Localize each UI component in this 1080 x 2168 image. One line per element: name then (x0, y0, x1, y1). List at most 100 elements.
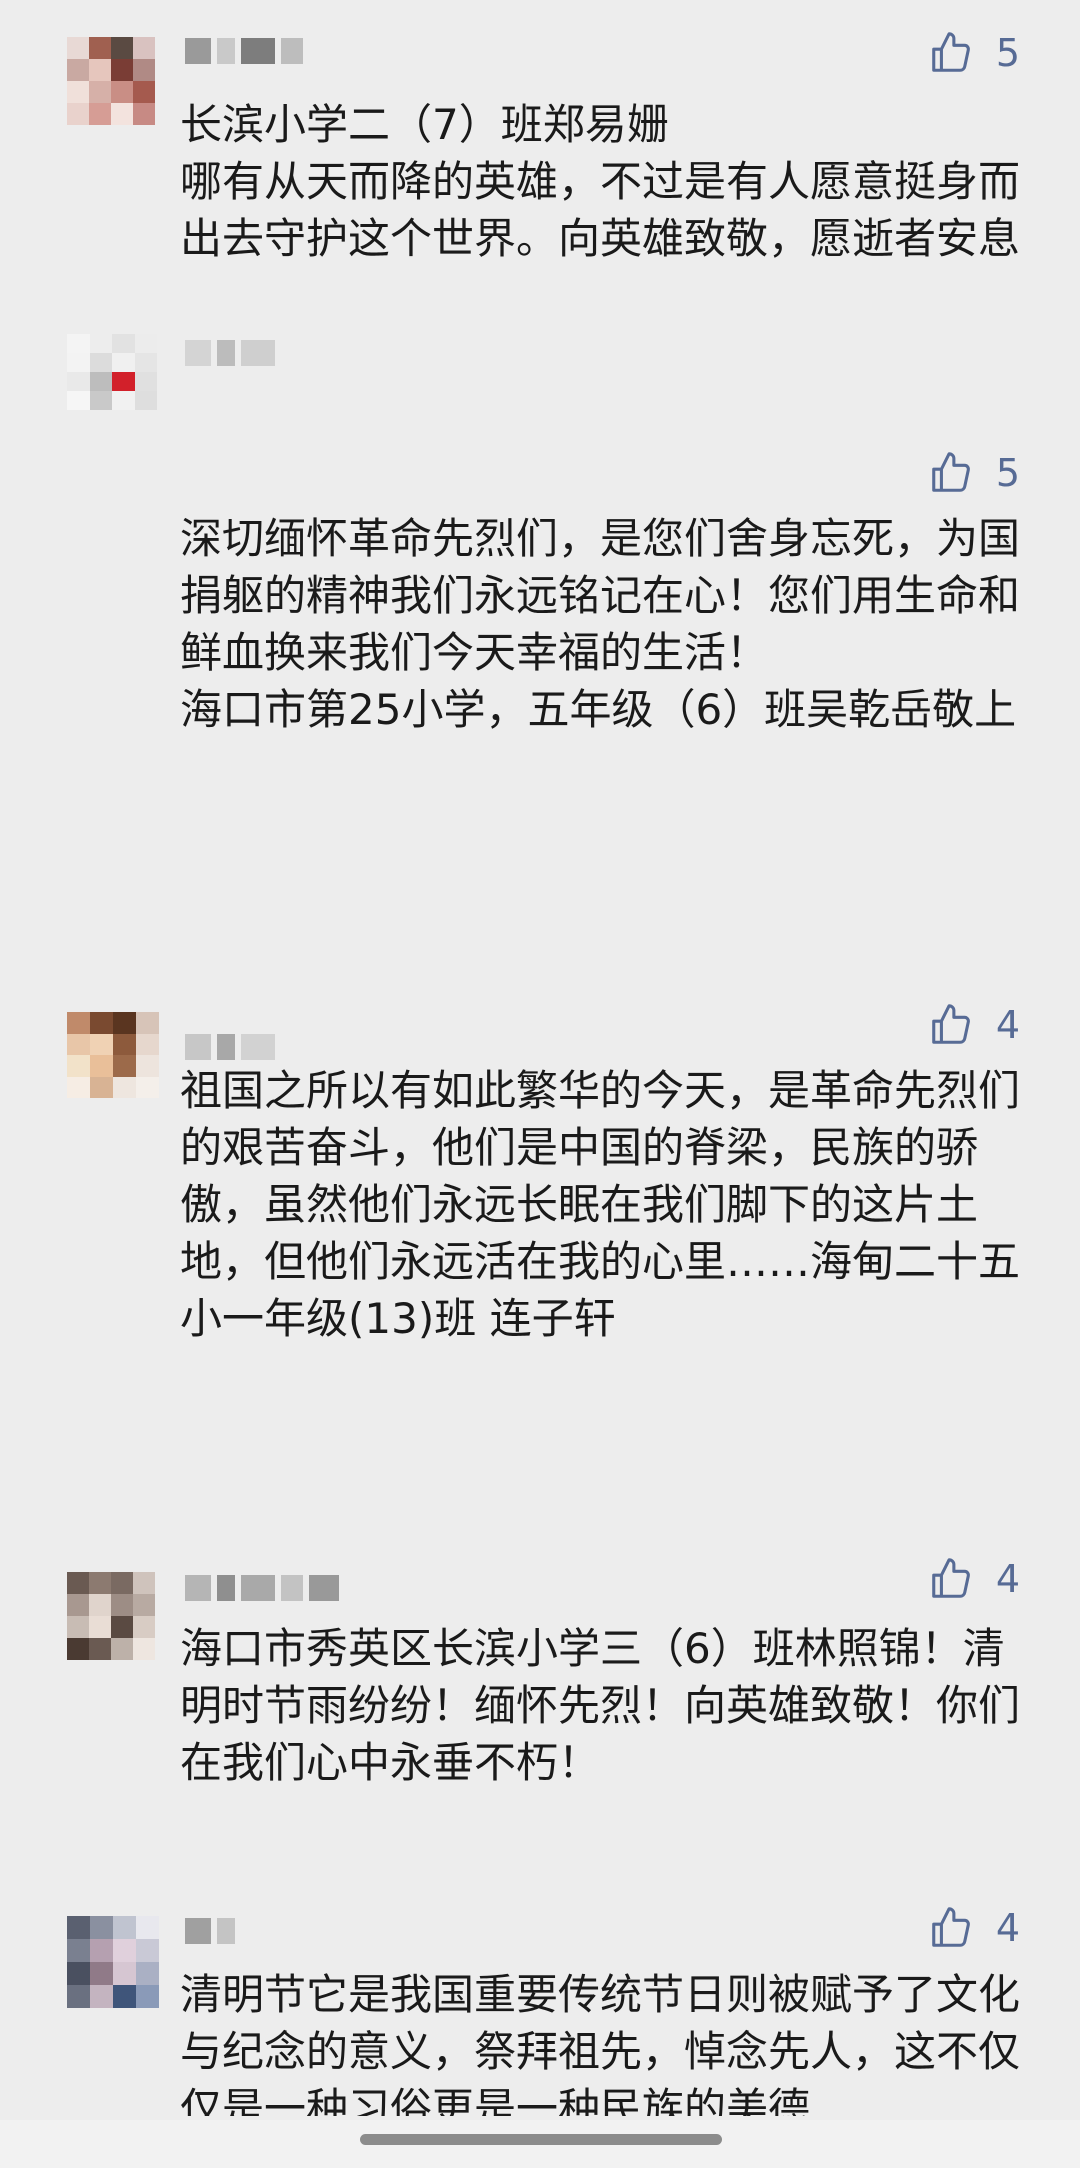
avatar-pixel (67, 353, 90, 372)
avatar-pixel (113, 1939, 136, 1962)
like-count: 4 (995, 1557, 1020, 1601)
avatar-pixel (90, 1985, 113, 2008)
avatar-pixel (67, 59, 89, 81)
avatar[interactable] (67, 1572, 155, 1660)
avatar[interactable] (67, 334, 157, 410)
avatar-pixel (136, 1985, 159, 2008)
avatar-pixel (112, 353, 135, 372)
avatar-pixel (89, 391, 112, 410)
avatar-pixel (89, 1572, 111, 1594)
avatar-pixel (133, 37, 155, 59)
avatar-pixel (67, 81, 89, 103)
thumbs-up-icon (932, 1907, 970, 1947)
avatar[interactable] (67, 1916, 159, 2008)
commenter-name-redacted[interactable] (185, 336, 275, 370)
avatar-pixel (90, 1012, 113, 1034)
name-redaction-block (185, 1034, 211, 1060)
avatar-pixel (134, 353, 157, 372)
avatar-pixel (67, 1985, 90, 2008)
avatar-pixel (90, 1055, 113, 1077)
name-redaction-block (281, 38, 303, 64)
avatar-pixel (67, 103, 89, 125)
name-redaction-block (217, 340, 235, 366)
avatar-pixel (90, 1076, 113, 1098)
thumbs-up-icon (932, 32, 970, 72)
avatar-pixel (136, 1916, 159, 1939)
avatar-pixel (67, 1939, 90, 1962)
like-count: 5 (995, 451, 1020, 495)
avatar-pixel (136, 1033, 159, 1055)
avatar-pixel (67, 1055, 90, 1077)
like-button[interactable]: 5 (928, 28, 1020, 78)
thumbs-up-icon (932, 1558, 970, 1598)
avatar-pixel (67, 334, 90, 353)
avatar-pixel (89, 334, 112, 353)
avatar-pixel (67, 1572, 89, 1594)
avatar[interactable] (67, 37, 155, 125)
name-redaction-block (281, 1575, 303, 1601)
like-count: 4 (995, 1906, 1020, 1950)
avatar-pixel (111, 37, 133, 59)
commenter-name-redacted[interactable] (185, 1030, 275, 1064)
avatar-pixel (67, 1638, 89, 1660)
avatar-pixel (112, 334, 135, 353)
avatar-pixel (89, 59, 111, 81)
avatar[interactable] (67, 1012, 159, 1098)
like-button[interactable]: 4 (928, 1000, 1020, 1050)
avatar-pixel (111, 1572, 133, 1594)
avatar-pixel (133, 1594, 155, 1616)
name-redaction-block (217, 1034, 235, 1060)
avatar-pixel (67, 1033, 90, 1055)
thumbs-up-icon (932, 452, 970, 492)
name-redaction-block (241, 340, 275, 366)
avatar-pixel (136, 1076, 159, 1098)
comment-text: 长滨小学二（7）班郑易姗 哪有从天而降的英雄，不过是有人愿意挺身而出去守护这个世… (180, 100, 1021, 263)
commenter-name-redacted[interactable] (185, 1571, 339, 1605)
name-redaction-block (185, 38, 211, 64)
comment-text: 清明节它是我国重要传统节日则被赋予了文化与纪念的意义，祭拜祖先，悼念先人，这不仅… (180, 1970, 1021, 2116)
avatar-pixel (113, 1012, 136, 1034)
avatar-pixel (134, 334, 157, 353)
name-redaction-block (241, 1575, 275, 1601)
avatar-pixel (136, 1055, 159, 1077)
commenter-name-redacted[interactable] (185, 1914, 235, 1948)
comment-feed: 5 长滨小学二（7）班郑易姗 哪有从天而降的英雄，不过是有人愿意挺身而出去守护这… (0, 0, 1080, 2168)
avatar-pixel (90, 1939, 113, 1962)
avatar-pixel (111, 103, 133, 125)
avatar-pixel (133, 81, 155, 103)
avatar-pixel (111, 1638, 133, 1660)
avatar-pixel (67, 391, 90, 410)
avatar-pixel (67, 1594, 89, 1616)
avatar-pixel (89, 1616, 111, 1638)
avatar-pixel (67, 37, 89, 59)
name-redaction-block (217, 38, 235, 64)
avatar-pixel (133, 1572, 155, 1594)
avatar-pixel (67, 1012, 90, 1034)
home-indicator[interactable] (360, 2134, 722, 2145)
name-redaction-block (185, 1918, 211, 1944)
avatar-pixel (67, 1076, 90, 1098)
avatar-pixel (89, 1594, 111, 1616)
like-button[interactable]: 5 (928, 448, 1020, 498)
avatar-pixel (67, 1616, 89, 1638)
avatar-pixel (111, 1616, 133, 1638)
avatar-pixel (133, 103, 155, 125)
comment-text: 深切缅怀革命先烈们，是您们舍身忘死，为国捐躯的精神我们永远铭记在心！您们用生命和… (180, 514, 1021, 734)
avatar-pixel (89, 1638, 111, 1660)
name-redaction-block (309, 1575, 339, 1601)
name-redaction-block (185, 340, 211, 366)
avatar-pixel (113, 1055, 136, 1077)
commenter-name-redacted[interactable] (185, 34, 303, 68)
comment-text: 祖国之所以有如此繁华的今天，是革命先烈们的艰苦奋斗，他们是中国的脊梁，民族的骄傲… (180, 1066, 1021, 1343)
avatar-pixel (111, 1594, 133, 1616)
avatar-pixel (112, 391, 135, 410)
like-button[interactable]: 4 (928, 1554, 1020, 1604)
name-redaction-block (217, 1918, 235, 1944)
thumbs-up-icon (932, 1004, 970, 1044)
avatar-pixel (89, 37, 111, 59)
avatar-pixel (89, 81, 111, 103)
like-button[interactable]: 4 (928, 1903, 1020, 1953)
avatar-pixel (90, 1962, 113, 1985)
avatar-pixel (89, 372, 112, 391)
avatar-pixel (112, 372, 135, 391)
